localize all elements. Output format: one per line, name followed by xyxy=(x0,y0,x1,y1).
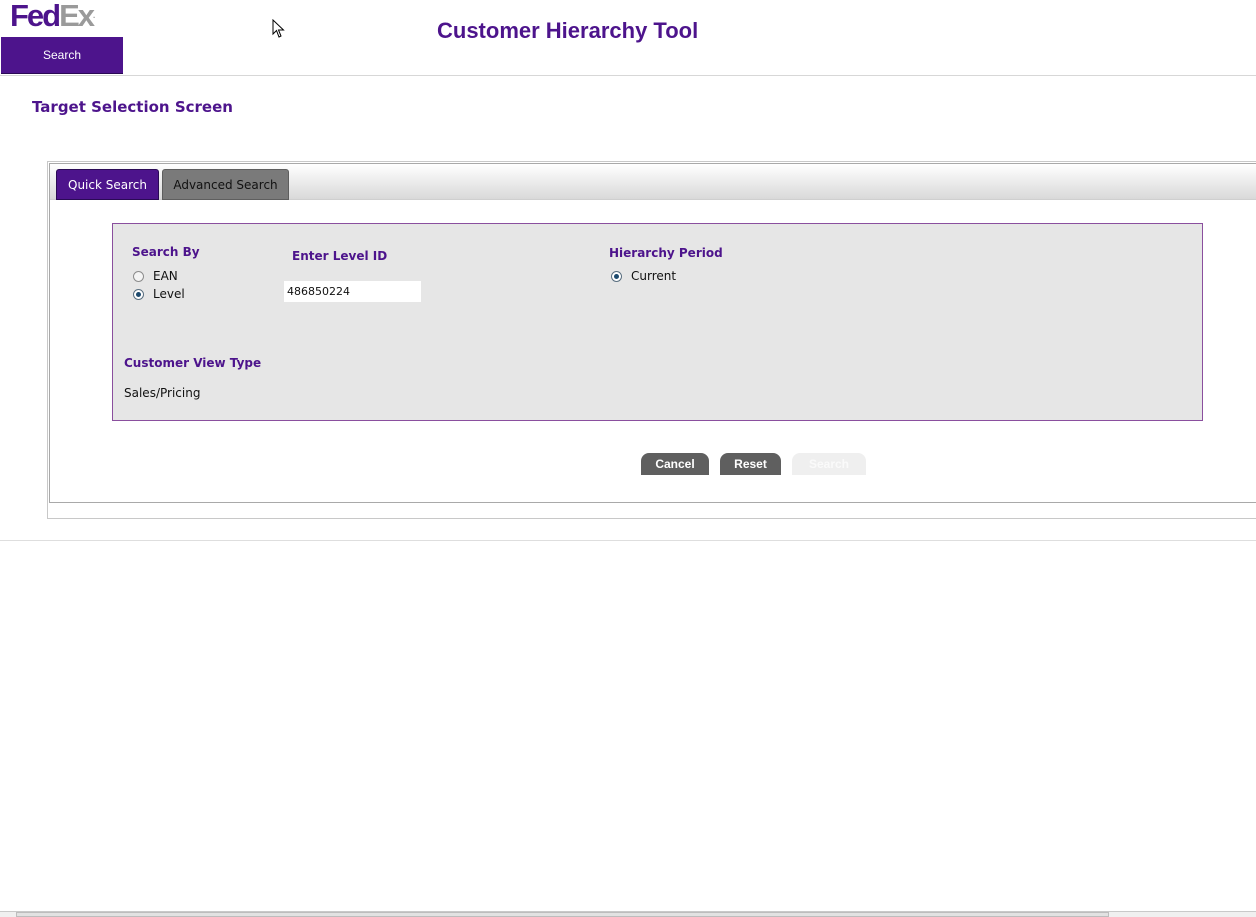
logo-ex: Ex xyxy=(59,0,95,33)
level-id-input[interactable] xyxy=(284,281,421,302)
radio-current-label: Current xyxy=(631,269,677,283)
tab-quick-search[interactable]: Quick Search xyxy=(56,169,159,200)
app-title: Customer Hierarchy Tool xyxy=(437,18,699,43)
radio-current[interactable]: Current xyxy=(611,269,676,283)
logo-mark: . xyxy=(93,11,96,20)
mouse-pointer-icon xyxy=(272,19,285,38)
radio-ean-label: EAN xyxy=(153,269,178,283)
fedex-logo: FedEx. xyxy=(10,0,95,32)
logo-fed: Fed xyxy=(10,0,61,33)
radio-level-circle[interactable] xyxy=(133,288,144,300)
radio-level-label: Level xyxy=(153,287,185,301)
radio-ean[interactable]: EAN xyxy=(133,269,178,283)
radio-ean-circle[interactable] xyxy=(133,270,144,282)
horizontal-scrollbar-thumb[interactable] xyxy=(16,912,1109,917)
header-divider xyxy=(0,75,1256,76)
level-id-label: Enter Level ID xyxy=(292,249,388,263)
content-divider xyxy=(0,540,1256,541)
radio-level[interactable]: Level xyxy=(133,287,185,301)
search-button[interactable]: Search xyxy=(792,453,866,475)
customer-view-type-value: Sales/Pricing xyxy=(124,386,201,400)
customer-view-type-label: Customer View Type xyxy=(124,356,262,370)
screen-title: Target Selection Screen xyxy=(32,98,233,116)
tab-advanced-search[interactable]: Advanced Search xyxy=(162,169,289,200)
reset-button[interactable]: Reset xyxy=(720,453,781,475)
nav-search-button[interactable]: Search xyxy=(1,37,123,74)
cancel-button[interactable]: Cancel xyxy=(641,453,709,475)
hierarchy-period-label: Hierarchy Period xyxy=(609,246,723,260)
radio-current-circle[interactable] xyxy=(611,270,622,282)
tab-strip: Quick Search Advanced Search xyxy=(50,164,1256,200)
page: FedEx. Search Customer Hierarchy Tool Ta… xyxy=(0,0,1256,917)
search-by-label: Search By xyxy=(132,245,200,259)
